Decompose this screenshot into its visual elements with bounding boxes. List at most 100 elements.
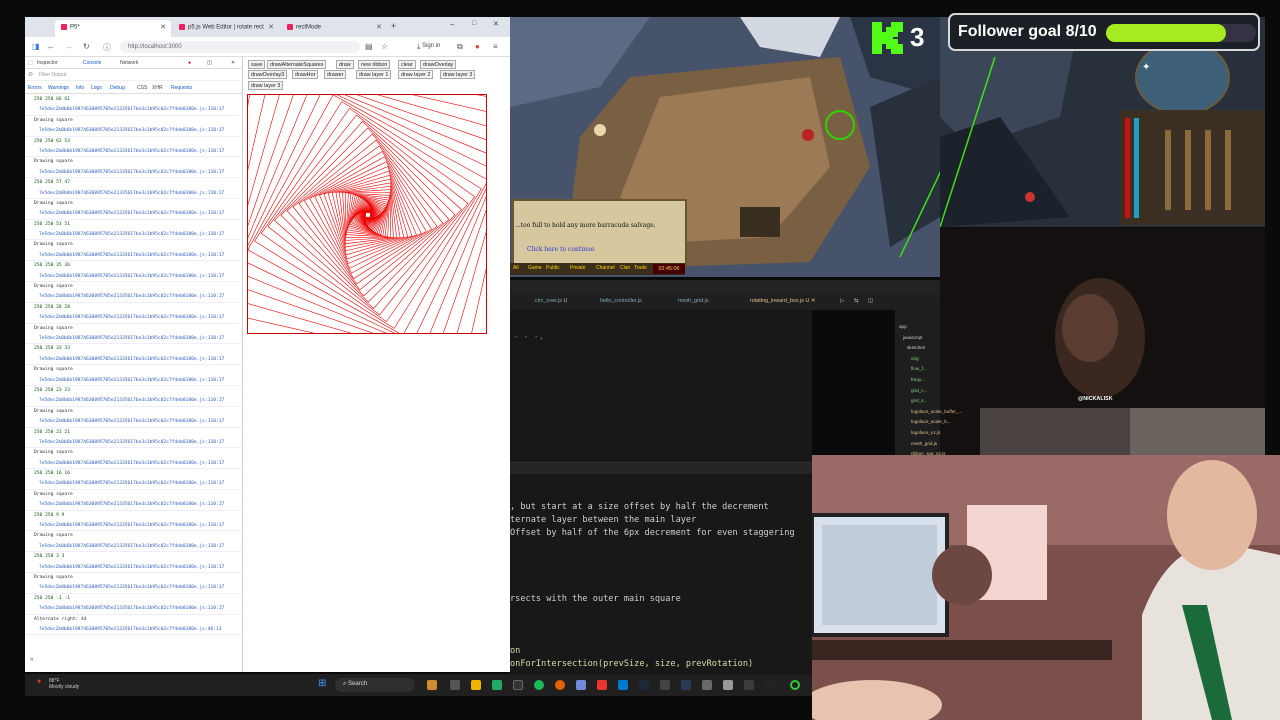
- explorer-item[interactable]: flow_f...: [911, 366, 927, 371]
- explorer-item[interactable]: logoface_scale_b...: [911, 419, 951, 424]
- close-window-icon[interactable]: ✕: [493, 20, 499, 28]
- signin-button[interactable]: Sign in: [422, 43, 440, 49]
- p5-button-draw[interactable]: draw: [336, 60, 354, 69]
- back-icon[interactable]: ←: [47, 42, 55, 51]
- level-xhr[interactable]: XHR: [152, 85, 163, 91]
- console-source-link[interactable]: 7e5dec2b0b6b19874630095705e21335617be3c3…: [25, 313, 243, 324]
- profile-icon[interactable]: ●: [475, 42, 480, 51]
- explorer-item[interactable]: frequ...: [911, 377, 925, 382]
- run-icon[interactable]: ▷: [840, 298, 844, 304]
- menu-icon[interactable]: ≡: [493, 42, 498, 51]
- p5-button-drawoverlay3[interactable]: drawOverlay3: [248, 70, 288, 79]
- vscode-icon[interactable]: [618, 680, 628, 690]
- chat-tab-clan[interactable]: Clan: [620, 265, 630, 271]
- code-editor[interactable]: [510, 280, 812, 675]
- explorer-item[interactable]: orig: [911, 356, 919, 361]
- explorer-item[interactable]: javascript: [903, 335, 922, 340]
- console-prompt-icon[interactable]: »: [30, 657, 33, 663]
- editor-tab[interactable]: circ_over.js U: [535, 298, 567, 304]
- inventory-panel[interactable]: [1120, 110, 1265, 225]
- console-source-link[interactable]: 7e5dec2b0b6b19874630095705e21335617be3c3…: [25, 272, 243, 283]
- widget-icon[interactable]: [427, 680, 437, 690]
- tab-network[interactable]: Network: [120, 60, 138, 66]
- info-icon[interactable]: ⓘ: [103, 42, 111, 53]
- minimize-icon[interactable]: –: [450, 20, 454, 29]
- obs-icon[interactable]: [765, 680, 775, 690]
- browser-tab[interactable]: P5* ✕: [55, 20, 171, 37]
- close-icon[interactable]: ✕: [160, 23, 166, 31]
- console-source-link[interactable]: 7e5dec2b0b6b19874630095705e21335617be3c3…: [25, 604, 243, 615]
- p5-button-clear[interactable]: clear: [398, 60, 416, 69]
- click-to-continue-link[interactable]: Click here to continue: [527, 246, 594, 253]
- star-icon[interactable]: ☆: [381, 42, 388, 51]
- p5-button-drawhor[interactable]: drawHor: [292, 70, 319, 79]
- explorer-item[interactable]: app: [899, 324, 907, 329]
- extensions-icon[interactable]: ⧉: [457, 42, 463, 52]
- p5-button-drawalternatesquares[interactable]: drawAlternateSquares: [267, 60, 327, 69]
- p5-button-new-ribbon[interactable]: new ribbon: [358, 60, 391, 69]
- explorer-item[interactable]: logoface_scale_buffer_...: [911, 409, 962, 414]
- console-source-link[interactable]: 7e5dec2b0b6b19874630095705e21335617be3c3…: [25, 355, 243, 366]
- console-source-link[interactable]: 7e5dec2b0b6b19874630095705e21335617be3c3…: [25, 376, 243, 386]
- tab-inspector[interactable]: Inspector: [37, 60, 58, 66]
- explorer-item[interactable]: mesh_grid.js: [911, 441, 937, 446]
- console-source-link[interactable]: 7e5dec2b0b6b19874630095705e21335617be3c3…: [25, 438, 243, 449]
- chat-tab-all[interactable]: All: [513, 265, 519, 271]
- terminal-icon[interactable]: [513, 680, 523, 690]
- chat-tab-private[interactable]: Private: [570, 265, 586, 271]
- level-css[interactable]: CSS: [137, 85, 147, 91]
- p5-button-draw-layer-3[interactable]: draw layer 3: [440, 70, 476, 79]
- url-input[interactable]: http://localhost:3000: [120, 41, 360, 53]
- console-source-link[interactable]: 7e5dec2b0b6b19874630095705e21335617be3c3…: [25, 459, 243, 470]
- layout-icon[interactable]: ◫: [868, 298, 873, 304]
- download-icon[interactable]: ⤓: [417, 42, 421, 52]
- firefox-icon[interactable]: [555, 680, 565, 690]
- level-logs[interactable]: Logs: [91, 85, 102, 91]
- app2-icon[interactable]: [681, 680, 691, 690]
- windows-start-icon[interactable]: ⊞: [318, 678, 326, 689]
- new-tab-icon[interactable]: +: [391, 21, 396, 31]
- console-source-link[interactable]: 7e5dec2b0b6b19874630095705e21335617be3c3…: [25, 334, 243, 345]
- p5-button-drawoverlay[interactable]: drawOverlay: [420, 60, 457, 69]
- console-filter-input[interactable]: Filter Output: [25, 69, 243, 81]
- p5-canvas[interactable]: [247, 94, 487, 334]
- p5-button-save[interactable]: save: [248, 60, 266, 69]
- app-icon[interactable]: [597, 680, 607, 690]
- console-source-link[interactable]: 7e5dec2b0b6b19874630095705e21335617be3c3…: [25, 292, 243, 303]
- inventory-items[interactable]: [1155, 130, 1235, 210]
- chat-tab-public[interactable]: Public: [546, 265, 560, 271]
- chrome-icon[interactable]: [492, 680, 502, 690]
- explorer-item[interactable]: logoface_v1.js: [911, 430, 940, 435]
- steam-icon[interactable]: [639, 680, 649, 690]
- notepad-icon[interactable]: [660, 680, 670, 690]
- level-info[interactable]: Info: [76, 85, 84, 91]
- chat-tab-trade[interactable]: Trade: [634, 265, 647, 271]
- console-source-link[interactable]: 7e5dec2b0b6b19874630095705e21335617be3c3…: [25, 147, 243, 158]
- dock-icon[interactable]: ◫: [207, 60, 212, 66]
- taskbar-search[interactable]: ⌕ Search: [335, 678, 415, 692]
- inspector-tab-icon[interactable]: ⬚: [28, 60, 33, 66]
- editor-tab[interactable]: hello_controller.js: [600, 298, 642, 304]
- level-debug[interactable]: Debug: [110, 85, 125, 91]
- console-source-link[interactable]: 7e5dec2b0b6b19874630095705e21335617be3c3…: [25, 189, 243, 199]
- console-source-link[interactable]: 7e5dec2b0b6b19874630095705e21335617be3c3…: [25, 396, 243, 407]
- forward-icon[interactable]: →: [65, 42, 73, 51]
- reader-icon[interactable]: ▤: [365, 42, 373, 51]
- reload-icon[interactable]: ↻: [83, 42, 90, 51]
- editor-tab[interactable]: mesh_grid.js: [678, 298, 709, 304]
- console-source-link[interactable]: 7e5dec2b0b6b19874630095705e21335617be3c3…: [25, 542, 243, 553]
- p5-button-draw-layer-3[interactable]: draw layer 3: [248, 81, 284, 90]
- app5-icon[interactable]: [744, 680, 754, 690]
- p5-button-drawer[interactable]: drawer: [324, 70, 347, 79]
- explorer-item[interactable]: grid_s...: [911, 398, 927, 403]
- chat-tab-game[interactable]: Game: [528, 265, 542, 271]
- sidebar-icon[interactable]: ◨: [32, 42, 40, 51]
- app4-icon[interactable]: [723, 680, 733, 690]
- maximize-icon[interactable]: □: [472, 20, 476, 27]
- console-source-link[interactable]: 7e5dec2b0b6b19874630095705e21335617be3c3…: [25, 500, 243, 511]
- minimap[interactable]: [1135, 40, 1230, 115]
- app3-icon[interactable]: [702, 680, 712, 690]
- console-source-link[interactable]: 7e5dec2b0b6b19874630095705e21335617be3c3…: [25, 583, 243, 594]
- explorer-item[interactable]: sketches: [907, 345, 925, 350]
- weather-widget[interactable]: 88°F Mostly cloudy: [49, 678, 79, 690]
